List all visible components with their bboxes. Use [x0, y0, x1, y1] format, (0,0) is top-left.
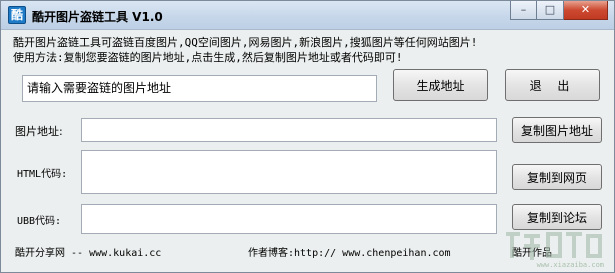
- app-window: 酷 酷开图片盗链工具 V1.0 – □ ✕ 酷开图片盗链工具可盗链百度图片,QQ…: [0, 0, 615, 273]
- description-line-2: 使用方法:复制您要盗链的图片地址,点击生成,然后复制图片地址或者代码即可!: [13, 51, 403, 64]
- copy-to-web-button[interactable]: 复制到网页: [512, 164, 602, 190]
- source-url-input[interactable]: 请输入需要盗链的图片地址: [22, 75, 377, 102]
- description-line-1: 酷开图片盗链工具可盗链百度图片,QQ空间图片,网易图片,新浪图片,搜狐图片等任何…: [13, 36, 478, 49]
- maximize-button[interactable]: □: [537, 1, 564, 20]
- minimize-button[interactable]: –: [510, 1, 537, 20]
- ubb-code-field[interactable]: [81, 204, 497, 234]
- generate-button[interactable]: 生成地址: [393, 69, 488, 101]
- app-icon: 酷: [8, 6, 26, 24]
- image-url-field[interactable]: [81, 118, 497, 142]
- window-title: 酷开图片盗链工具 V1.0: [32, 10, 163, 24]
- watermark-url: www.xiazaiba.com: [536, 261, 604, 269]
- footer-blog-link[interactable]: 作者博客:http:// www.chenpeihan.com: [248, 244, 451, 259]
- close-button[interactable]: ✕: [564, 1, 608, 20]
- exit-button[interactable]: 退 出: [505, 69, 600, 101]
- title-bar[interactable]: 酷 酷开图片盗链工具 V1.0 – □ ✕: [1, 1, 614, 30]
- html-code-label: HTML代码:: [17, 169, 68, 180]
- window-controls: – □ ✕: [510, 1, 608, 20]
- image-url-label: 图片地址:: [15, 125, 63, 138]
- html-code-field[interactable]: [81, 150, 497, 194]
- footer-site-link[interactable]: 酷开分享网 -- www.kukai.cc: [15, 244, 161, 259]
- ubb-code-label: UBB代码:: [17, 216, 62, 227]
- description: 酷开图片盗链工具可盗链百度图片,QQ空间图片,网易图片,新浪图片,搜狐图片等任何…: [13, 35, 608, 65]
- copy-image-url-button[interactable]: 复制图片地址: [512, 117, 602, 143]
